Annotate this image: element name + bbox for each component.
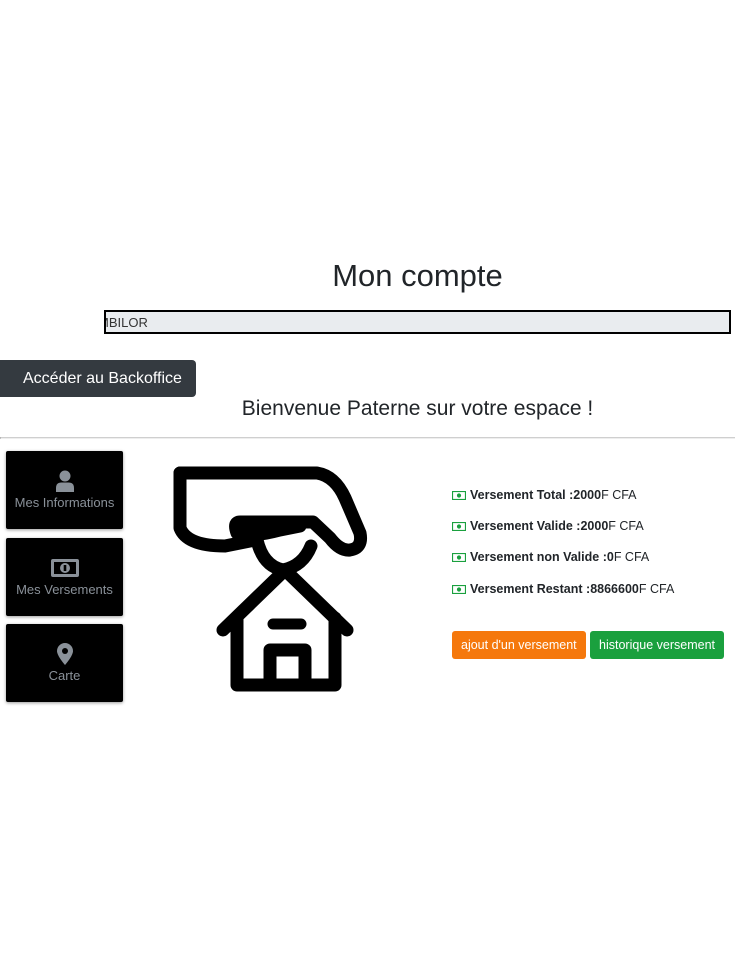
stat-unit: F CFA bbox=[601, 488, 637, 502]
add-versement-button[interactable]: ajout d'un versement bbox=[452, 631, 586, 659]
menu-tile-versements[interactable]: Mes Versements bbox=[6, 538, 123, 616]
divider bbox=[0, 437, 735, 439]
menu-tile-label: Mes Versements bbox=[16, 582, 113, 597]
welcome-message: Bienvenue Paterne sur votre espace ! bbox=[241, 397, 594, 420]
money-icon bbox=[452, 490, 466, 500]
stat-total: Versement Total : 2000 F CFA bbox=[452, 486, 637, 504]
menu-tile-label: Carte bbox=[48, 668, 81, 683]
stat-label: Versement Total : bbox=[470, 488, 574, 502]
stat-label: Versement non Valide : bbox=[470, 550, 607, 564]
stat-unit: F CFA bbox=[638, 582, 675, 596]
money-icon bbox=[6, 556, 123, 580]
menu-tile-informations[interactable]: Mes Informations bbox=[6, 451, 123, 529]
scrolling-banner: MBILOR bbox=[104, 310, 731, 334]
money-icon bbox=[452, 521, 466, 531]
stat-restant: Versement Restant : 8866600 F CFA bbox=[452, 580, 674, 598]
stat-value: 2000 bbox=[573, 488, 602, 502]
stat-value: 0 bbox=[606, 550, 614, 564]
backoffice-button[interactable]: Accéder au Backoffice bbox=[0, 360, 196, 397]
money-icon bbox=[452, 552, 466, 562]
stat-non-valide: Versement non Valide : 0 F CFA bbox=[452, 548, 649, 566]
stat-valide: Versement Valide : 2000 F CFA bbox=[452, 517, 644, 535]
versement-history-button[interactable]: historique versement bbox=[590, 631, 725, 659]
menu-tile-carte[interactable]: Carte bbox=[6, 624, 123, 702]
scrolling-banner-text: MBILOR bbox=[106, 315, 148, 330]
stat-label: Versement Restant : bbox=[470, 582, 591, 596]
stat-unit: F CFA bbox=[608, 519, 644, 533]
user-icon bbox=[6, 469, 123, 493]
page-title: Mon compte bbox=[332, 258, 503, 293]
money-icon bbox=[452, 584, 466, 594]
menu-tile-label: Mes Informations bbox=[14, 495, 115, 510]
stat-value: 2000 bbox=[580, 519, 609, 533]
stat-unit: F CFA bbox=[613, 550, 650, 564]
stat-value: 8866600 bbox=[590, 582, 639, 596]
map-marker-icon bbox=[6, 642, 123, 666]
stat-label: Versement Valide : bbox=[470, 519, 581, 533]
hand-house-icon bbox=[173, 466, 367, 692]
